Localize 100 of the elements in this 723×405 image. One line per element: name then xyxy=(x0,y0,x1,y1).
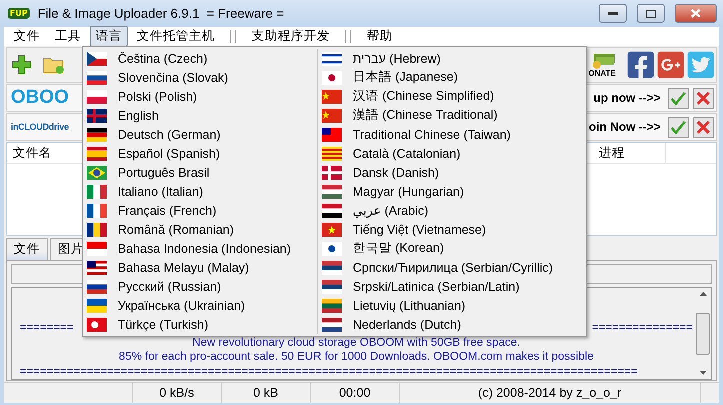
language-item[interactable]: Català (Catalonian) xyxy=(353,146,461,160)
language-item[interactable]: Српски/Ћирилица (Serbian/Cyrillic) xyxy=(353,260,554,274)
language-item[interactable]: English xyxy=(118,108,159,122)
cross-icon xyxy=(697,92,710,104)
status-text: 0 kB xyxy=(222,383,311,403)
language-item[interactable]: 漢語 (Chinese Traditional) xyxy=(353,107,498,124)
log-line: New revolutionary cloud storage OBOOM with 50GB free space. xyxy=(192,336,520,350)
restore-icon xyxy=(646,10,656,18)
flag-icon xyxy=(322,204,342,218)
flag-icon xyxy=(322,280,342,294)
minimize-button[interactable] xyxy=(599,4,627,23)
flag-icon xyxy=(322,318,342,332)
flag-icon xyxy=(87,280,107,294)
check-icon xyxy=(671,120,686,134)
language-item[interactable]: Bahasa Indonesia (Indonesian) xyxy=(118,242,292,256)
reject-button[interactable] xyxy=(693,88,714,108)
facebook-icon[interactable] xyxy=(626,50,656,80)
flag-icon xyxy=(322,128,342,142)
money-icon xyxy=(590,52,616,68)
window-title: File & Image Uploader 6.9.1 = Freeware = xyxy=(38,6,286,21)
add-icon[interactable] xyxy=(11,54,33,76)
status-text: (c) 2008-2014 by z_o_o_r xyxy=(400,383,701,403)
language-item[interactable]: Română (Romanian) xyxy=(118,222,234,236)
flag-icon xyxy=(87,184,107,198)
language-item[interactable]: Русский (Russian) xyxy=(118,280,222,294)
close-button[interactable] xyxy=(675,4,717,23)
flag-icon xyxy=(322,166,342,180)
flag-icon xyxy=(87,222,107,236)
signup-link[interactable]: up now -->> xyxy=(594,91,661,105)
status-text: 00:00 xyxy=(311,383,400,403)
flag-icon xyxy=(87,260,107,274)
language-item[interactable]: Dansk (Danish) xyxy=(353,166,440,180)
host-logo: inCLOUDdrive xyxy=(11,122,69,132)
minimize-icon xyxy=(608,12,618,16)
app-icon: FUP xyxy=(8,8,30,19)
status-text: 0 kB/s xyxy=(133,383,222,403)
language-item[interactable]: Deutsch (German) xyxy=(118,128,221,142)
language-item[interactable]: 日本語 (Japanese) xyxy=(353,69,458,86)
flag-icon xyxy=(322,108,342,122)
accept-button[interactable] xyxy=(668,88,689,108)
language-item[interactable]: Slovenčina (Slovak) xyxy=(118,70,228,84)
log-line: 85% for each pro-account sale. 50 EUR for 1000 Downloads. OBOOM.com makes it possible xyxy=(119,350,594,364)
language-item[interactable]: Srpski/Latinica (Serbian/Latin) xyxy=(353,280,520,294)
language-item[interactable]: Español (Spanish) xyxy=(118,146,220,160)
accept-button[interactable] xyxy=(668,116,689,138)
restore-button[interactable] xyxy=(637,4,665,23)
donate-label[interactable]: ONATE xyxy=(588,68,616,78)
language-item[interactable]: עברית (Hebrew) xyxy=(353,52,441,66)
language-item[interactable]: Português Brasil xyxy=(118,166,210,180)
flag-icon xyxy=(87,166,107,180)
flag-icon xyxy=(87,108,107,122)
check-icon xyxy=(671,92,686,104)
language-item[interactable]: Bahasa Melayu (Malay) xyxy=(118,260,250,274)
menu-item[interactable]: 文件 xyxy=(8,26,46,47)
language-item[interactable]: عربي (Arabic) xyxy=(353,203,428,218)
language-item[interactable]: Traditional Chinese (Taiwan) xyxy=(353,128,511,142)
flag-icon xyxy=(322,298,342,312)
flag-icon xyxy=(87,146,107,160)
flag-icon xyxy=(87,70,107,84)
language-item[interactable]: 한국말 (Korean) xyxy=(353,240,444,257)
language-item[interactable]: Українська (Ukrainian) xyxy=(118,298,246,312)
language-item[interactable]: Polski (Polish) xyxy=(118,90,198,104)
flag-icon xyxy=(87,52,107,66)
flag-icon xyxy=(322,90,342,104)
host-logo: OBOO xyxy=(11,87,70,109)
flag-icon xyxy=(322,70,342,84)
language-item[interactable]: Čeština (Czech) xyxy=(118,52,208,66)
menu-item[interactable]: 帮助 xyxy=(361,26,399,47)
language-item[interactable]: 汉语 (Chinese Simplified) xyxy=(353,88,494,105)
log-line: ======== xyxy=(20,321,74,336)
flag-icon xyxy=(322,222,342,236)
menu-item[interactable]: 语言 xyxy=(90,26,128,47)
menu-item[interactable]: 文件托管主机 xyxy=(131,26,221,47)
close-icon xyxy=(691,9,701,18)
flag-icon xyxy=(322,242,342,256)
up-arrow-icon[interactable] xyxy=(700,292,706,296)
language-item[interactable]: Magyar (Hungarian) xyxy=(353,184,464,198)
flag-icon xyxy=(87,318,107,332)
signup-link[interactable]: oin Now -->> xyxy=(589,120,661,134)
language-item[interactable]: Türkçe (Turkish) xyxy=(118,318,209,332)
log-line: ============================================================================================ xyxy=(20,364,638,379)
google-plus-icon[interactable] xyxy=(656,50,686,80)
flag-icon xyxy=(87,204,107,218)
tab[interactable]: 文件 xyxy=(6,238,48,260)
menu-item[interactable]: 支助程序开发 xyxy=(246,26,336,47)
flag-icon xyxy=(322,52,342,66)
down-arrow-icon[interactable] xyxy=(700,371,706,375)
flag-icon xyxy=(87,242,107,256)
language-item[interactable]: Italiano (Italian) xyxy=(118,184,204,198)
menu-item[interactable]: 工具 xyxy=(49,26,87,47)
language-item[interactable]: Lietuvių (Lithuanian) xyxy=(353,298,466,312)
language-item[interactable]: Tiếng Việt (Vietnamese) xyxy=(353,222,486,236)
log-line: =============== xyxy=(592,321,693,336)
language-item[interactable]: Nederlands (Dutch) xyxy=(353,318,462,332)
flag-icon xyxy=(322,184,342,198)
flag-icon xyxy=(87,90,107,104)
reject-button[interactable] xyxy=(693,116,714,138)
cross-icon xyxy=(697,120,710,134)
flag-icon xyxy=(322,260,342,274)
language-item[interactable]: Français (French) xyxy=(118,204,217,218)
